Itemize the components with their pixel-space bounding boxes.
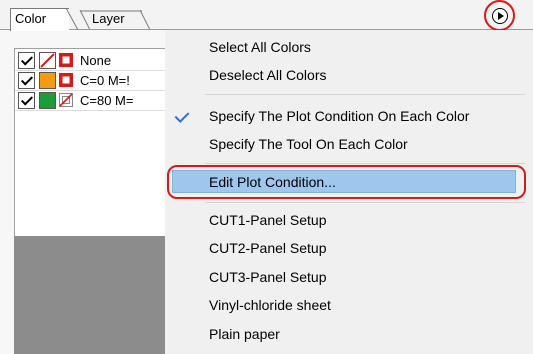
tool-none-icon (59, 93, 73, 107)
menu-item-label: Select All Colors (209, 39, 311, 55)
row-divider (15, 110, 170, 111)
menu-item-specify-tool[interactable]: Specify The Tool On Each Color (165, 131, 533, 157)
swatch-green-icon (39, 92, 56, 109)
row-divider (15, 90, 170, 91)
color-label: C=0 M=! (80, 73, 130, 88)
menu-item-label: Specify The Plot Condition On Each Color (209, 108, 470, 124)
menu-item-label: Deselect All Colors (209, 67, 327, 83)
checkbox[interactable] (18, 72, 35, 89)
preview-area (14, 236, 169, 354)
menu-item-label: Specify The Tool On Each Color (209, 136, 408, 152)
menu-item-cut2-panel-setup[interactable]: CUT2-Panel Setup (165, 235, 533, 261)
menu-item-label: Vinyl-chloride sheet (209, 297, 331, 313)
menu-separator (205, 202, 525, 203)
menu-item-label: CUT2-Panel Setup (209, 240, 327, 256)
tab-layer-edge-right (140, 10, 151, 30)
tab-color[interactable]: Color (10, 8, 69, 31)
color-label: C=80 M= (80, 93, 134, 108)
menu-separator (205, 94, 525, 95)
menu-item-cut3-panel-setup[interactable]: CUT3-Panel Setup (165, 264, 533, 290)
menu-item-deselect-all-colors[interactable]: Deselect All Colors (165, 62, 533, 88)
color-label: None (80, 53, 112, 68)
color-list: None C=0 M=! C=80 M= (14, 48, 170, 238)
checkmark-icon (174, 108, 190, 123)
swatch-none-icon (39, 52, 56, 69)
color-row-orange[interactable]: C=0 M=! (18, 72, 178, 90)
color-row-none[interactable]: None (18, 52, 178, 70)
menu-item-vinyl-chloride-sheet[interactable]: Vinyl-chloride sheet (165, 292, 533, 318)
tab-layer[interactable]: Layer (82, 9, 142, 29)
checkbox[interactable] (18, 92, 35, 109)
menu-item-label: CUT1-Panel Setup (209, 212, 327, 228)
tab-strip: Color Layer (0, 0, 533, 31)
menu-item-select-all-colors[interactable]: Select All Colors (165, 34, 533, 60)
menu-item-plain-paper[interactable]: Plain paper (165, 321, 533, 347)
tool-square-icon (59, 53, 73, 67)
menu-item-cut1-panel-setup[interactable]: CUT1-Panel Setup (165, 207, 533, 233)
callout-circle (484, 0, 515, 31)
tool-square-icon (59, 73, 73, 87)
menu-item-specify-plot-condition[interactable]: Specify The Plot Condition On Each Color (165, 103, 533, 129)
tab-layer-label: Layer (92, 11, 125, 26)
tab-layer-top-edge (80, 10, 142, 12)
tab-color-label: Color (15, 11, 47, 26)
row-divider (15, 70, 170, 71)
checkbox[interactable] (18, 52, 35, 69)
menu-item-label: Edit Plot Condition... (209, 174, 336, 190)
menu-item-label: CUT3-Panel Setup (209, 269, 327, 285)
menu-item-label: Plain paper (209, 326, 280, 342)
color-row-green[interactable]: C=80 M= (18, 92, 178, 110)
menu-separator (205, 163, 525, 164)
swatch-orange-icon (39, 72, 56, 89)
tab-color-edge (66, 8, 79, 30)
